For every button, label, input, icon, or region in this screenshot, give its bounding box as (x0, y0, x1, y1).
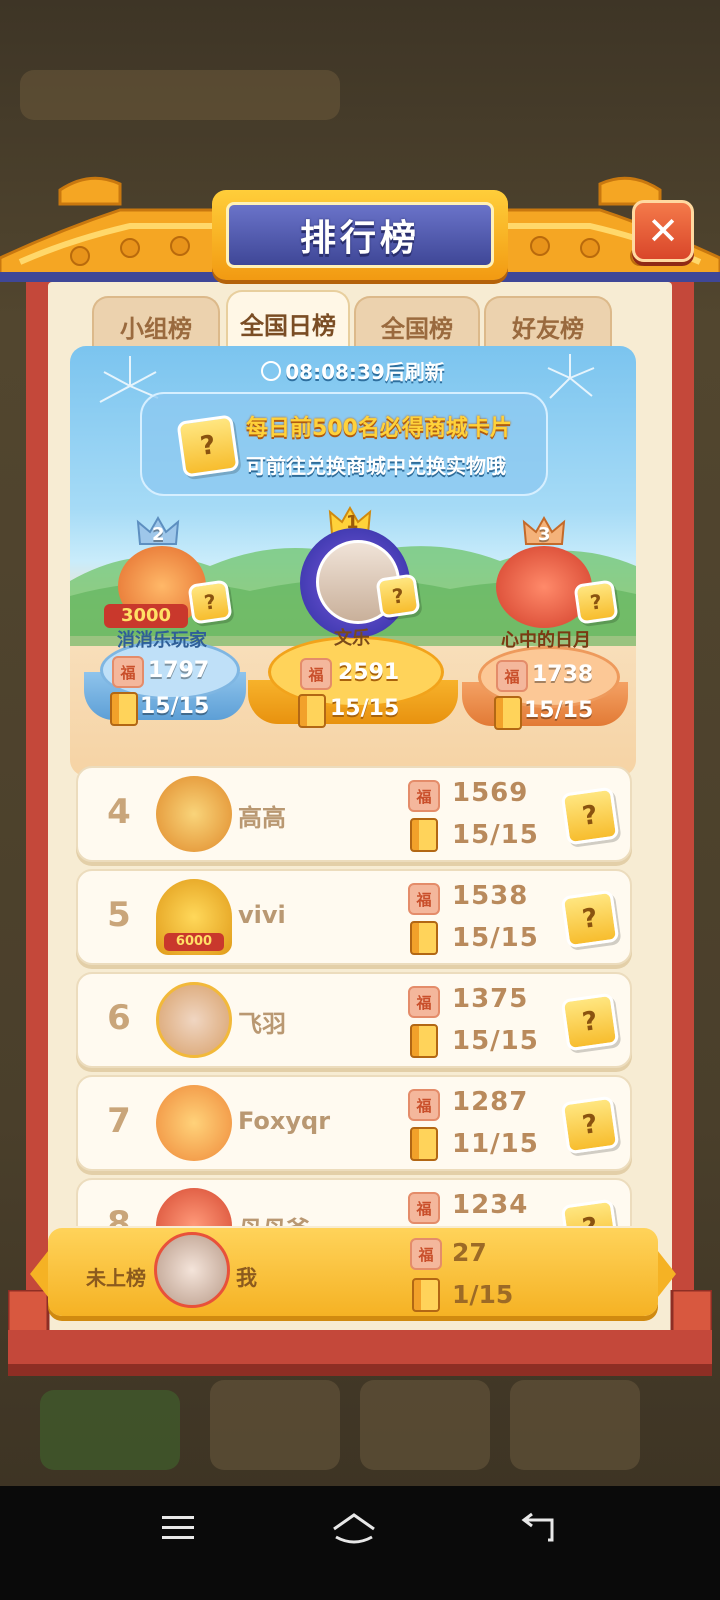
avatar (156, 982, 232, 1058)
rank-number: 4 (107, 792, 131, 832)
player-score: 2591 (338, 660, 400, 685)
mystery-card-icon: ? (176, 414, 240, 478)
player-name: 高高 (238, 804, 286, 832)
player-progress: 11/15 (452, 1129, 539, 1159)
rank-row[interactable]: 4 高高 1569 15/15 ? (76, 766, 632, 862)
player-progress: 15/15 (452, 923, 539, 953)
rank-list[interactable]: 4 高高 1569 15/15 ? 5 6000 vivi 1538 15/15… (60, 760, 660, 1226)
player-progress: 15/15 (452, 1026, 539, 1056)
my-name: 我 (236, 1266, 257, 1290)
fu-token-icon (496, 660, 528, 692)
tab-national-daily[interactable]: 全国日榜 (226, 290, 350, 354)
fu-token-icon (408, 883, 440, 915)
back-icon (521, 1512, 554, 1542)
player-progress: 15/15 (140, 694, 210, 719)
reward-subline: 可前往兑换商城中兑换实物哦 (246, 454, 506, 478)
level-book-icon (410, 921, 438, 955)
level-book-icon (410, 818, 438, 852)
close-icon: ✕ (647, 209, 679, 253)
fu-token-icon (112, 656, 144, 688)
rank-number: 5 (107, 895, 131, 935)
podium-rank: 2 (152, 524, 165, 545)
mystery-card-icon: ? (560, 786, 620, 846)
bg-hud-strip (20, 70, 340, 120)
player-name: 心中的日月 (501, 630, 591, 651)
bg-button (210, 1380, 340, 1470)
reward-headline: 每日前500名必得商城卡片 (246, 416, 512, 441)
player-score: 1569 (452, 778, 529, 808)
mystery-card-icon: ? (560, 992, 620, 1052)
player-name: Foxyqr (238, 1107, 331, 1135)
player-score: 1234 (452, 1190, 529, 1220)
fu-token-icon (408, 780, 440, 812)
mystery-card-icon: ? (573, 579, 619, 625)
refresh-timer: 08:08:39后刷新 (0, 356, 706, 385)
mystery-card-icon: ? (560, 1095, 620, 1155)
fu-token-icon (408, 986, 440, 1018)
player-score: 1287 (452, 1087, 529, 1117)
title-plaque: 排行榜 (212, 190, 508, 280)
level-book-icon (412, 1278, 440, 1312)
rank-row[interactable]: 6 飞羽 1375 15/15 ? (76, 972, 632, 1068)
fu-token-icon (300, 658, 332, 690)
close-button[interactable]: ✕ (632, 200, 694, 262)
rank-number: 6 (107, 998, 131, 1038)
home-icon (333, 1513, 375, 1544)
level-book-icon (494, 696, 522, 730)
my-score: 27 (452, 1238, 487, 1267)
fu-token-icon (410, 1238, 442, 1270)
tab-label: 小组榜 (120, 314, 192, 343)
mystery-card-icon: ? (560, 889, 620, 949)
clock-icon (261, 361, 282, 381)
tab-label: 好友榜 (512, 314, 584, 343)
menu-icon (162, 1516, 194, 1539)
player-progress: 15/15 (524, 698, 594, 723)
bg-button (510, 1380, 640, 1470)
rank-number: 7 (107, 1101, 131, 1141)
level-book-icon (110, 692, 138, 726)
rank-row[interactable]: 5 6000 vivi 1538 15/15 ? (76, 869, 632, 965)
avatar (156, 776, 232, 852)
mystery-card-icon: ? (560, 1198, 620, 1226)
podium-rank: 3 (538, 524, 551, 545)
avatar-badge: 6000 (164, 933, 224, 951)
tab-label: 全国日榜 (240, 311, 336, 340)
player-score: 1538 (452, 881, 529, 911)
mystery-card-icon: ? (187, 579, 233, 625)
player-score: 1797 (148, 658, 210, 683)
player-name: 消消乐玩家 (117, 630, 207, 651)
bg-button (40, 1390, 180, 1470)
my-rank-label: 未上榜 (86, 1266, 146, 1290)
player-name: 母母爷 (238, 1210, 310, 1226)
my-avatar (154, 1232, 230, 1308)
home-button[interactable] (314, 1506, 394, 1550)
avatar (156, 1188, 232, 1226)
player-progress: 15/15 (452, 820, 539, 850)
player-name: vivi (238, 901, 286, 929)
page-title: 排行榜 (299, 218, 420, 259)
player-score: 1375 (452, 984, 529, 1014)
player-score: 1738 (532, 662, 594, 687)
level-book-icon (410, 1024, 438, 1058)
rank-number: 8 (107, 1204, 131, 1226)
player-name: 飞羽 (238, 1010, 286, 1038)
back-button[interactable] (498, 1506, 578, 1550)
bg-button (360, 1380, 490, 1470)
fu-token-icon (408, 1089, 440, 1121)
avatar (156, 1085, 232, 1161)
menu-button[interactable] (138, 1506, 218, 1550)
player-name: 文乐 (334, 628, 370, 649)
avatar-badge: 3000 (104, 604, 188, 628)
level-book-icon (410, 1127, 438, 1161)
refresh-text: 08:08:39后刷新 (285, 360, 445, 384)
rank-row[interactable]: 7 Foxyqr 1287 11/15 ? (76, 1075, 632, 1171)
fu-token-icon (408, 1192, 440, 1224)
player-progress: 15/15 (330, 696, 400, 721)
mystery-card-icon: ? (375, 573, 421, 619)
tab-label: 全国榜 (381, 314, 453, 343)
level-book-icon (298, 694, 326, 728)
rank-row[interactable]: 8 母母爷 1234 ? (76, 1178, 632, 1226)
my-progress: 1/15 (452, 1280, 514, 1309)
